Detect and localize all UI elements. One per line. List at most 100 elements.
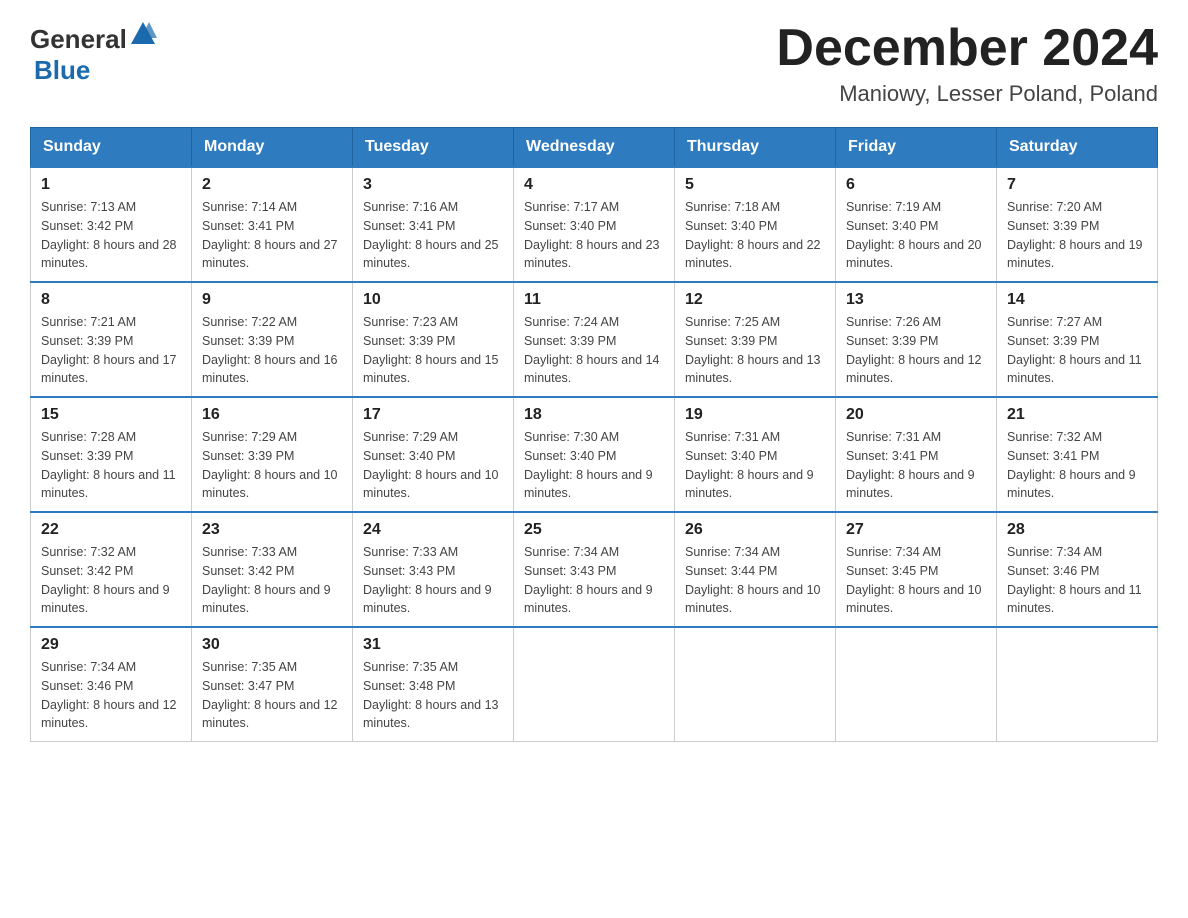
- day-info: Sunrise: 7:34 AM Sunset: 3:43 PM Dayligh…: [524, 543, 664, 618]
- day-number: 13: [846, 291, 986, 309]
- day-info: Sunrise: 7:34 AM Sunset: 3:45 PM Dayligh…: [846, 543, 986, 618]
- logo-text-blue: Blue: [34, 55, 90, 85]
- table-row: 4 Sunrise: 7:17 AM Sunset: 3:40 PM Dayli…: [514, 167, 675, 282]
- day-info: Sunrise: 7:23 AM Sunset: 3:39 PM Dayligh…: [363, 313, 503, 388]
- table-row: 22 Sunrise: 7:32 AM Sunset: 3:42 PM Dayl…: [31, 512, 192, 627]
- logo: General Blue: [30, 20, 157, 86]
- day-number: 29: [41, 636, 181, 654]
- day-number: 3: [363, 176, 503, 194]
- day-info: Sunrise: 7:17 AM Sunset: 3:40 PM Dayligh…: [524, 198, 664, 273]
- day-info: Sunrise: 7:19 AM Sunset: 3:40 PM Dayligh…: [846, 198, 986, 273]
- day-info: Sunrise: 7:33 AM Sunset: 3:42 PM Dayligh…: [202, 543, 342, 618]
- table-row: 31 Sunrise: 7:35 AM Sunset: 3:48 PM Dayl…: [353, 627, 514, 742]
- day-info: Sunrise: 7:34 AM Sunset: 3:44 PM Dayligh…: [685, 543, 825, 618]
- day-info: Sunrise: 7:35 AM Sunset: 3:48 PM Dayligh…: [363, 658, 503, 733]
- table-row: 20 Sunrise: 7:31 AM Sunset: 3:41 PM Dayl…: [836, 397, 997, 512]
- day-info: Sunrise: 7:14 AM Sunset: 3:41 PM Dayligh…: [202, 198, 342, 273]
- table-row: 27 Sunrise: 7:34 AM Sunset: 3:45 PM Dayl…: [836, 512, 997, 627]
- day-number: 9: [202, 291, 342, 309]
- table-row: 28 Sunrise: 7:34 AM Sunset: 3:46 PM Dayl…: [997, 512, 1158, 627]
- day-number: 12: [685, 291, 825, 309]
- day-info: Sunrise: 7:21 AM Sunset: 3:39 PM Dayligh…: [41, 313, 181, 388]
- table-row: [514, 627, 675, 742]
- day-number: 16: [202, 406, 342, 424]
- day-number: 4: [524, 176, 664, 194]
- day-info: Sunrise: 7:16 AM Sunset: 3:41 PM Dayligh…: [363, 198, 503, 273]
- day-number: 25: [524, 521, 664, 539]
- day-number: 8: [41, 291, 181, 309]
- day-number: 22: [41, 521, 181, 539]
- table-row: [675, 627, 836, 742]
- header-friday: Friday: [836, 128, 997, 168]
- day-info: Sunrise: 7:26 AM Sunset: 3:39 PM Dayligh…: [846, 313, 986, 388]
- page-header: General Blue December 2024 Maniowy, Less…: [30, 20, 1158, 107]
- day-number: 30: [202, 636, 342, 654]
- day-info: Sunrise: 7:29 AM Sunset: 3:40 PM Dayligh…: [363, 428, 503, 503]
- day-number: 27: [846, 521, 986, 539]
- day-info: Sunrise: 7:31 AM Sunset: 3:41 PM Dayligh…: [846, 428, 986, 503]
- day-number: 7: [1007, 176, 1147, 194]
- table-row: 30 Sunrise: 7:35 AM Sunset: 3:47 PM Dayl…: [192, 627, 353, 742]
- table-row: 6 Sunrise: 7:19 AM Sunset: 3:40 PM Dayli…: [836, 167, 997, 282]
- header-monday: Monday: [192, 128, 353, 168]
- title-area: December 2024 Maniowy, Lesser Poland, Po…: [776, 20, 1158, 107]
- day-info: Sunrise: 7:13 AM Sunset: 3:42 PM Dayligh…: [41, 198, 181, 273]
- table-row: 2 Sunrise: 7:14 AM Sunset: 3:41 PM Dayli…: [192, 167, 353, 282]
- table-row: 24 Sunrise: 7:33 AM Sunset: 3:43 PM Dayl…: [353, 512, 514, 627]
- day-number: 24: [363, 521, 503, 539]
- day-info: Sunrise: 7:31 AM Sunset: 3:40 PM Dayligh…: [685, 428, 825, 503]
- day-number: 10: [363, 291, 503, 309]
- table-row: 10 Sunrise: 7:23 AM Sunset: 3:39 PM Dayl…: [353, 282, 514, 397]
- table-row: 17 Sunrise: 7:29 AM Sunset: 3:40 PM Dayl…: [353, 397, 514, 512]
- month-title: December 2024: [776, 20, 1158, 77]
- table-row: [836, 627, 997, 742]
- table-row: 29 Sunrise: 7:34 AM Sunset: 3:46 PM Dayl…: [31, 627, 192, 742]
- table-row: 23 Sunrise: 7:33 AM Sunset: 3:42 PM Dayl…: [192, 512, 353, 627]
- day-number: 26: [685, 521, 825, 539]
- table-row: 3 Sunrise: 7:16 AM Sunset: 3:41 PM Dayli…: [353, 167, 514, 282]
- logo-text-general: General: [30, 24, 127, 54]
- day-number: 23: [202, 521, 342, 539]
- day-info: Sunrise: 7:34 AM Sunset: 3:46 PM Dayligh…: [41, 658, 181, 733]
- day-info: Sunrise: 7:35 AM Sunset: 3:47 PM Dayligh…: [202, 658, 342, 733]
- header-sunday: Sunday: [31, 128, 192, 168]
- calendar-week-row: 1 Sunrise: 7:13 AM Sunset: 3:42 PM Dayli…: [31, 167, 1158, 282]
- header-wednesday: Wednesday: [514, 128, 675, 168]
- day-info: Sunrise: 7:25 AM Sunset: 3:39 PM Dayligh…: [685, 313, 825, 388]
- day-number: 14: [1007, 291, 1147, 309]
- header-saturday: Saturday: [997, 128, 1158, 168]
- day-number: 21: [1007, 406, 1147, 424]
- table-row: [997, 627, 1158, 742]
- day-info: Sunrise: 7:34 AM Sunset: 3:46 PM Dayligh…: [1007, 543, 1147, 618]
- location-title: Maniowy, Lesser Poland, Poland: [776, 81, 1158, 107]
- day-number: 19: [685, 406, 825, 424]
- header-tuesday: Tuesday: [353, 128, 514, 168]
- day-info: Sunrise: 7:32 AM Sunset: 3:42 PM Dayligh…: [41, 543, 181, 618]
- table-row: 12 Sunrise: 7:25 AM Sunset: 3:39 PM Dayl…: [675, 282, 836, 397]
- calendar-week-row: 8 Sunrise: 7:21 AM Sunset: 3:39 PM Dayli…: [31, 282, 1158, 397]
- day-number: 28: [1007, 521, 1147, 539]
- day-number: 18: [524, 406, 664, 424]
- day-info: Sunrise: 7:32 AM Sunset: 3:41 PM Dayligh…: [1007, 428, 1147, 503]
- day-info: Sunrise: 7:30 AM Sunset: 3:40 PM Dayligh…: [524, 428, 664, 503]
- day-info: Sunrise: 7:22 AM Sunset: 3:39 PM Dayligh…: [202, 313, 342, 388]
- table-row: 8 Sunrise: 7:21 AM Sunset: 3:39 PM Dayli…: [31, 282, 192, 397]
- table-row: 9 Sunrise: 7:22 AM Sunset: 3:39 PM Dayli…: [192, 282, 353, 397]
- day-number: 6: [846, 176, 986, 194]
- calendar-week-row: 29 Sunrise: 7:34 AM Sunset: 3:46 PM Dayl…: [31, 627, 1158, 742]
- day-info: Sunrise: 7:27 AM Sunset: 3:39 PM Dayligh…: [1007, 313, 1147, 388]
- table-row: 7 Sunrise: 7:20 AM Sunset: 3:39 PM Dayli…: [997, 167, 1158, 282]
- table-row: 19 Sunrise: 7:31 AM Sunset: 3:40 PM Dayl…: [675, 397, 836, 512]
- day-number: 2: [202, 176, 342, 194]
- day-info: Sunrise: 7:29 AM Sunset: 3:39 PM Dayligh…: [202, 428, 342, 503]
- day-number: 11: [524, 291, 664, 309]
- header-thursday: Thursday: [675, 128, 836, 168]
- day-info: Sunrise: 7:24 AM Sunset: 3:39 PM Dayligh…: [524, 313, 664, 388]
- calendar-week-row: 15 Sunrise: 7:28 AM Sunset: 3:39 PM Dayl…: [31, 397, 1158, 512]
- calendar-table: Sunday Monday Tuesday Wednesday Thursday…: [30, 127, 1158, 742]
- table-row: 11 Sunrise: 7:24 AM Sunset: 3:39 PM Dayl…: [514, 282, 675, 397]
- day-number: 5: [685, 176, 825, 194]
- day-number: 1: [41, 176, 181, 194]
- day-number: 31: [363, 636, 503, 654]
- day-info: Sunrise: 7:33 AM Sunset: 3:43 PM Dayligh…: [363, 543, 503, 618]
